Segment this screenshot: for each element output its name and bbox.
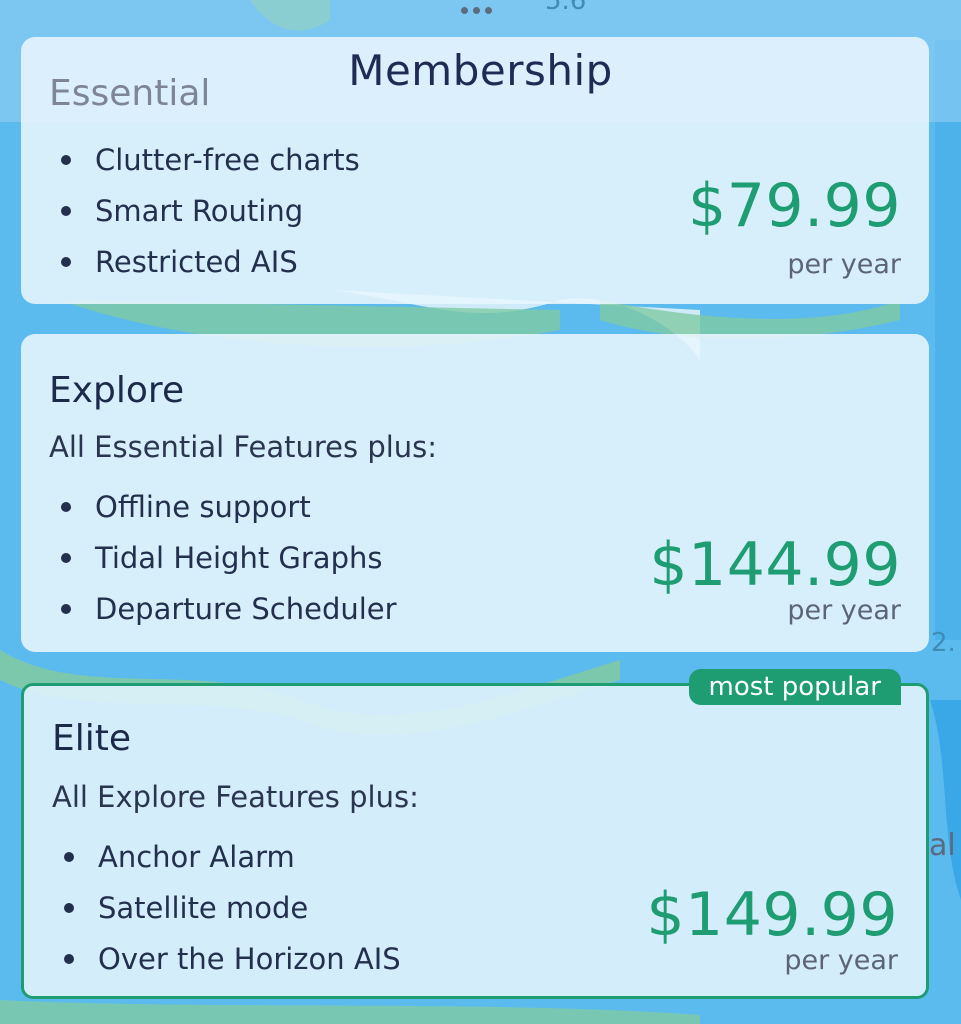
feature-label: Restricted AIS xyxy=(95,244,298,279)
plan-intro: All Essential Features plus: xyxy=(49,430,438,464)
feature-label: Satellite mode xyxy=(98,890,309,925)
plan-price: $144.99 xyxy=(649,530,901,600)
page-title: Membership xyxy=(348,46,613,95)
feature-item: Anchor Alarm xyxy=(52,831,401,882)
map-place-label: al xyxy=(929,828,956,863)
plan-name: Elite xyxy=(52,718,132,759)
most-popular-badge: most popular xyxy=(688,669,901,705)
feature-item: Offline support xyxy=(49,481,397,532)
plan-period: per year xyxy=(787,249,901,280)
feature-label: Tidal Height Graphs xyxy=(95,540,383,575)
plan-period: per year xyxy=(787,595,901,626)
plan-card-elite[interactable]: most popular Elite All Explore Features … xyxy=(21,669,929,999)
feature-label: Departure Scheduler xyxy=(95,591,397,626)
drag-handle-icon[interactable] xyxy=(456,2,496,18)
feature-label: Smart Routing xyxy=(95,193,304,228)
feature-list: Offline support Tidal Height Graphs Depa… xyxy=(49,481,397,634)
feature-item: Smart Routing xyxy=(49,185,360,236)
feature-label: Clutter-free charts xyxy=(95,142,360,177)
bullet-icon xyxy=(61,256,71,267)
plan-price: $79.99 xyxy=(688,171,901,241)
feature-item: Clutter-free charts xyxy=(49,134,360,185)
map-depth-label: 2. xyxy=(931,628,956,658)
bullet-icon xyxy=(61,501,71,512)
plan-name: Explore xyxy=(49,370,185,411)
bullet-icon xyxy=(64,953,74,964)
bullet-icon xyxy=(61,552,71,563)
feature-list: Clutter-free charts Smart Routing Restri… xyxy=(49,134,360,287)
plan-card-explore[interactable]: Explore All Essential Features plus: Off… xyxy=(21,334,929,652)
map-depth-label: 5.6 xyxy=(545,0,587,16)
bullet-icon xyxy=(61,154,71,165)
feature-item: Departure Scheduler xyxy=(49,583,397,634)
bullet-icon xyxy=(64,851,74,862)
bullet-icon xyxy=(61,205,71,216)
feature-item: Satellite mode xyxy=(52,882,401,933)
feature-list: Anchor Alarm Satellite mode Over the Hor… xyxy=(52,831,401,984)
plan-period: per year xyxy=(784,945,898,976)
feature-item: Tidal Height Graphs xyxy=(49,532,397,583)
bullet-icon xyxy=(64,902,74,913)
plan-price: $149.99 xyxy=(646,880,898,950)
plan-intro: All Explore Features plus: xyxy=(52,780,419,814)
feature-item: Over the Horizon AIS xyxy=(52,933,401,984)
feature-label: Anchor Alarm xyxy=(98,839,295,874)
feature-item: Restricted AIS xyxy=(49,236,360,287)
feature-label: Over the Horizon AIS xyxy=(98,941,401,976)
bullet-icon xyxy=(61,603,71,614)
feature-label: Offline support xyxy=(95,489,311,524)
